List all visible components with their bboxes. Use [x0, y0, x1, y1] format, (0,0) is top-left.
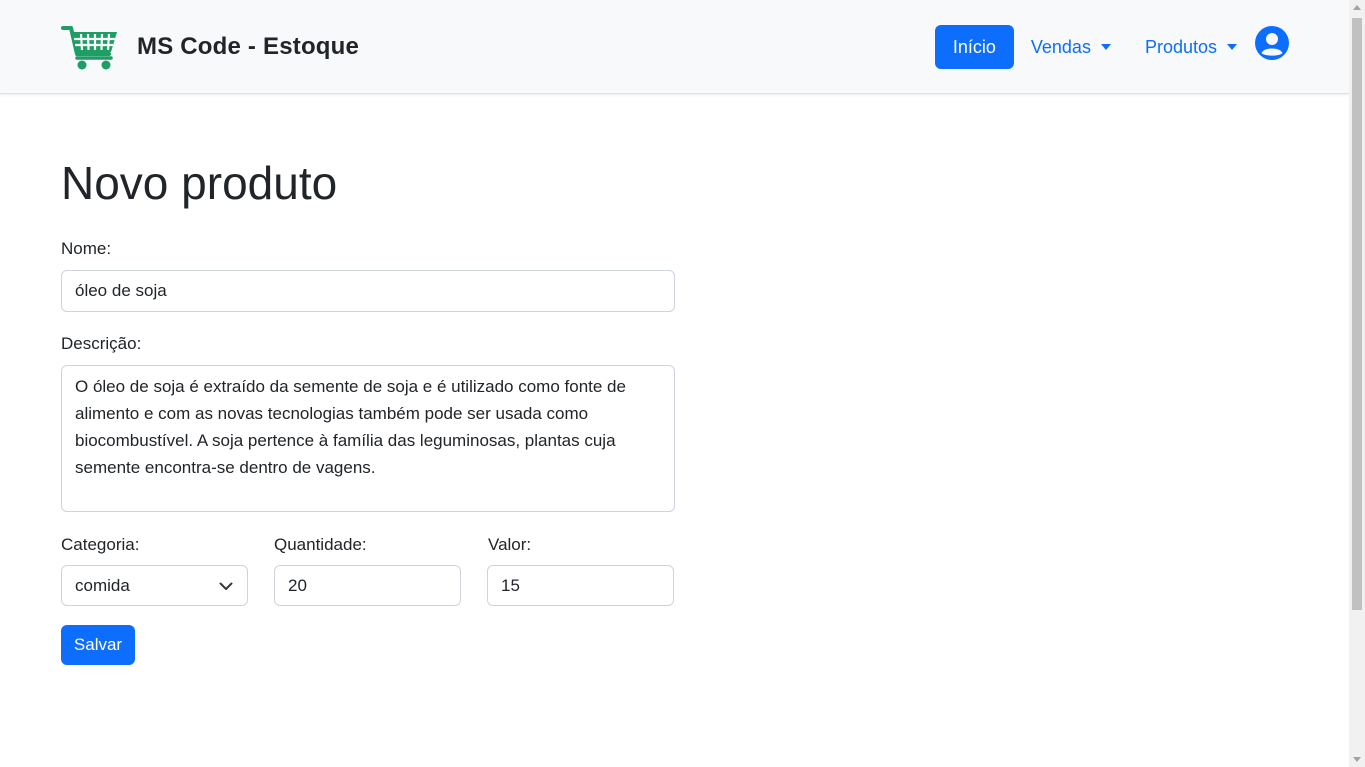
quantity-input[interactable]: 20	[274, 565, 461, 606]
description-textarea[interactable]: O óleo de soja é extraído da semente de …	[61, 365, 675, 512]
name-label: Nome:	[61, 239, 112, 258]
nav-products-dropdown[interactable]: Produtos	[1128, 25, 1254, 69]
scrollbar-thumb[interactable]	[1352, 18, 1362, 610]
brand[interactable]: MS Code - Estoque	[61, 22, 359, 72]
shopping-cart-icon	[61, 26, 117, 70]
navbar: MS Code - Estoque Início Vendas Produtos	[0, 0, 1349, 94]
nav-products-label: Produtos	[1144, 36, 1217, 57]
caret-down-icon	[1227, 44, 1237, 50]
user-circle-icon[interactable]	[1255, 26, 1289, 60]
caret-down-icon	[1100, 44, 1111, 50]
page-scrollbar[interactable]	[1349, 0, 1365, 767]
category-selected-value: comida	[75, 575, 130, 595]
brand-title: MS Code - Estoque	[137, 33, 360, 60]
quantity-label: Quantidade:	[274, 535, 367, 554]
main-content: Novo produto	[61, 155, 675, 211]
value-label: Valor:	[488, 535, 532, 554]
name-input[interactable]: óleo de soja	[61, 270, 675, 312]
value-input[interactable]: 15	[487, 565, 674, 606]
nav-sales-label: Vendas	[1030, 36, 1091, 57]
scroll-up-arrow-icon[interactable]	[1353, 5, 1361, 10]
main-nav: Início Vendas Produtos	[934, 25, 1289, 69]
description-label: Descrição:	[61, 334, 142, 353]
nav-sales-dropdown[interactable]: Vendas	[1014, 25, 1128, 69]
category-select[interactable]: comida	[61, 565, 248, 606]
nav-home-button[interactable]: Início	[934, 25, 1014, 69]
category-label: Categoria:	[61, 535, 140, 554]
save-button[interactable]: Salvar	[61, 625, 135, 665]
scroll-down-arrow-icon[interactable]	[1353, 757, 1361, 762]
page-title: Novo produto	[61, 157, 338, 209]
chevron-down-icon	[219, 582, 233, 590]
